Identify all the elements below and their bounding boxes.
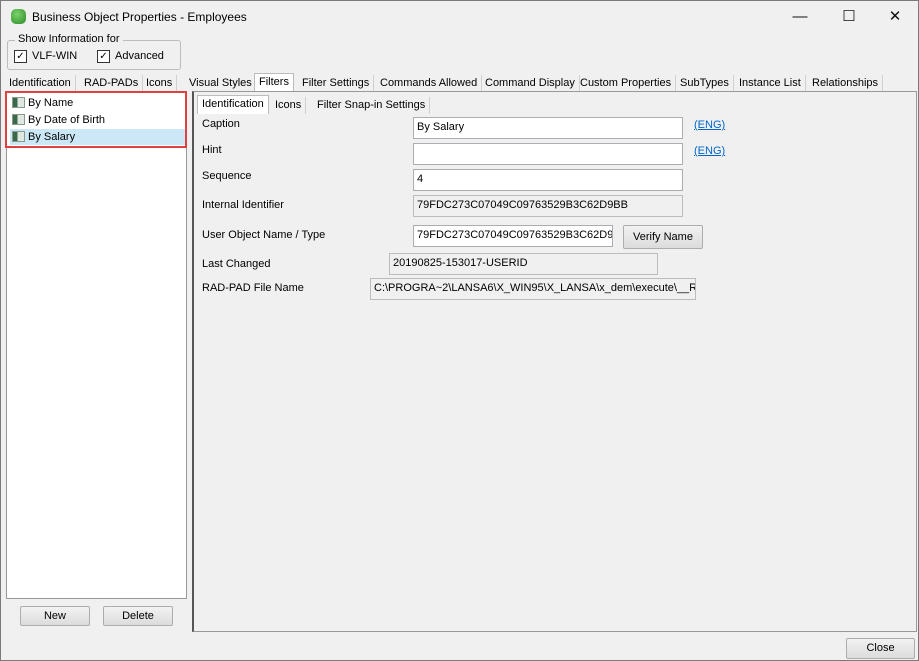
subtab-filter-snapin-settings[interactable]: Filter Snap-in Settings [313,97,431,114]
sequence-label: Sequence [202,170,252,182]
close-button[interactable]: Close [846,638,915,659]
verify-name-button[interactable]: Verify Name [623,225,703,249]
tab-rad-pads[interactable]: RAD-PADs [80,75,144,92]
internal-id-field: 79FDC273C07049C09763529B3C62D9BB [413,195,683,217]
new-button[interactable]: New [20,606,90,626]
tab-custom-properties[interactable]: Custom Properties [576,75,677,92]
close-window-button[interactable]: ✕ [880,5,910,29]
advanced-checkbox[interactable]: ✓ [97,50,110,63]
hint-label: Hint [202,144,222,156]
user-object-label: User Object Name / Type [202,229,326,241]
tab-commands-allowed[interactable]: Commands Allowed [376,75,483,92]
tab-instance-list[interactable]: Instance List [735,75,806,92]
window-title: Business Object Properties - Employees [32,10,247,24]
tab-filters[interactable]: Filters [254,73,294,92]
vlf-win-label: VLF-WIN [32,50,78,62]
internal-id-label: Internal Identifier [202,199,284,211]
last-changed-label: Last Changed [202,258,271,270]
caption-lang-link[interactable]: (ENG) [694,119,725,131]
tab-filter-settings[interactable]: Filter Settings [298,75,375,92]
radpad-file-label: RAD-PAD File Name [202,282,304,294]
user-object-input[interactable]: 79FDC273C07049C09763529B3C62D9BB [413,225,613,247]
vlf-win-checkbox[interactable]: ✓ [14,50,27,63]
delete-button[interactable]: Delete [103,606,173,626]
highlight-box [5,91,187,148]
properties-window: Business Object Properties - Employees —… [0,0,919,661]
last-changed-field: 20190825-153017-USERID [389,253,658,275]
app-logo-icon [11,9,26,24]
subtab-icons[interactable]: Icons [271,97,307,114]
sequence-input[interactable]: 4 [413,169,683,191]
subtab-identification[interactable]: Identification [197,95,269,114]
tab-relationships[interactable]: Relationships [808,75,884,92]
sub-tabs: Identification Icons Filter Snap-in Sett… [197,95,912,114]
filter-list[interactable]: By Name By Date of Birth By Salary [6,91,187,599]
tab-identification[interactable]: Identification [5,75,76,92]
tab-visual-styles[interactable]: Visual Styles [185,75,257,92]
show-info-label: Show Information for [15,33,123,45]
minimize-button[interactable]: — [785,5,815,29]
hint-lang-link[interactable]: (ENG) [694,145,725,157]
radpad-file-field: C:\PROGRA~2\LANSA6\X_WIN95\X_LANSA\x_dem… [370,278,696,300]
main-tabs: Identification RAD-PADs Icons Visual Sty… [5,73,916,92]
caption-input[interactable]: By Salary [413,117,683,139]
tab-subtypes[interactable]: SubTypes [676,75,734,92]
tab-icons[interactable]: Icons [142,75,178,92]
caption-label: Caption [202,118,240,130]
hint-input[interactable] [413,143,683,165]
maximize-button[interactable]: ☐ [834,5,864,29]
tab-command-display[interactable]: Command Display [481,75,580,92]
advanced-label: Advanced [115,50,164,62]
